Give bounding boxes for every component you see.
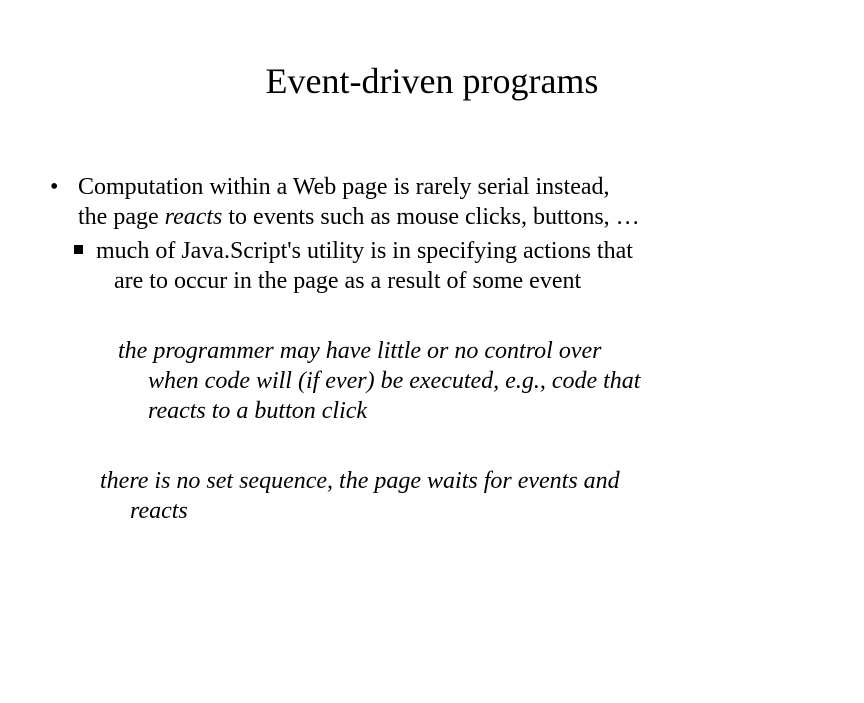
square-bullet-icon — [74, 245, 83, 254]
para2-line1: there is no set sequence, the page waits… — [100, 468, 620, 494]
para1-line2b: reacts to a button click — [118, 396, 814, 426]
paragraph-2: there is no set sequence, the page waits… — [50, 466, 814, 526]
para1-line1: the programmer may have little or no con… — [118, 338, 601, 364]
slide-title: Event-driven programs — [50, 60, 814, 102]
bullet1-line2-post: to events such as mouse clicks, buttons,… — [222, 204, 639, 230]
bullet1-line2-italic: reacts — [165, 204, 223, 230]
sub-bullet-1: much of Java.Script's utility is in spec… — [50, 236, 814, 296]
para1-line2a: when code will (if ever) be executed, e.… — [118, 366, 814, 396]
bullet-list: • Computation within a Web page is rarel… — [50, 172, 814, 296]
bullet-item-1: • Computation within a Web page is rarel… — [50, 172, 814, 232]
sub1-line1: much of Java.Script's utility is in spec… — [96, 238, 633, 264]
bullet-dot-icon: • — [50, 172, 58, 202]
sub1-line2: are to occur in the page as a result of … — [96, 266, 814, 296]
slide: Event-driven programs • Computation with… — [0, 0, 864, 703]
para2-line2: reacts — [100, 496, 814, 526]
bullet1-line1: Computation within a Web page is rarely … — [78, 174, 610, 200]
bullet1-line2-pre: the page — [78, 204, 165, 230]
paragraph-1: the programmer may have little or no con… — [50, 336, 814, 426]
